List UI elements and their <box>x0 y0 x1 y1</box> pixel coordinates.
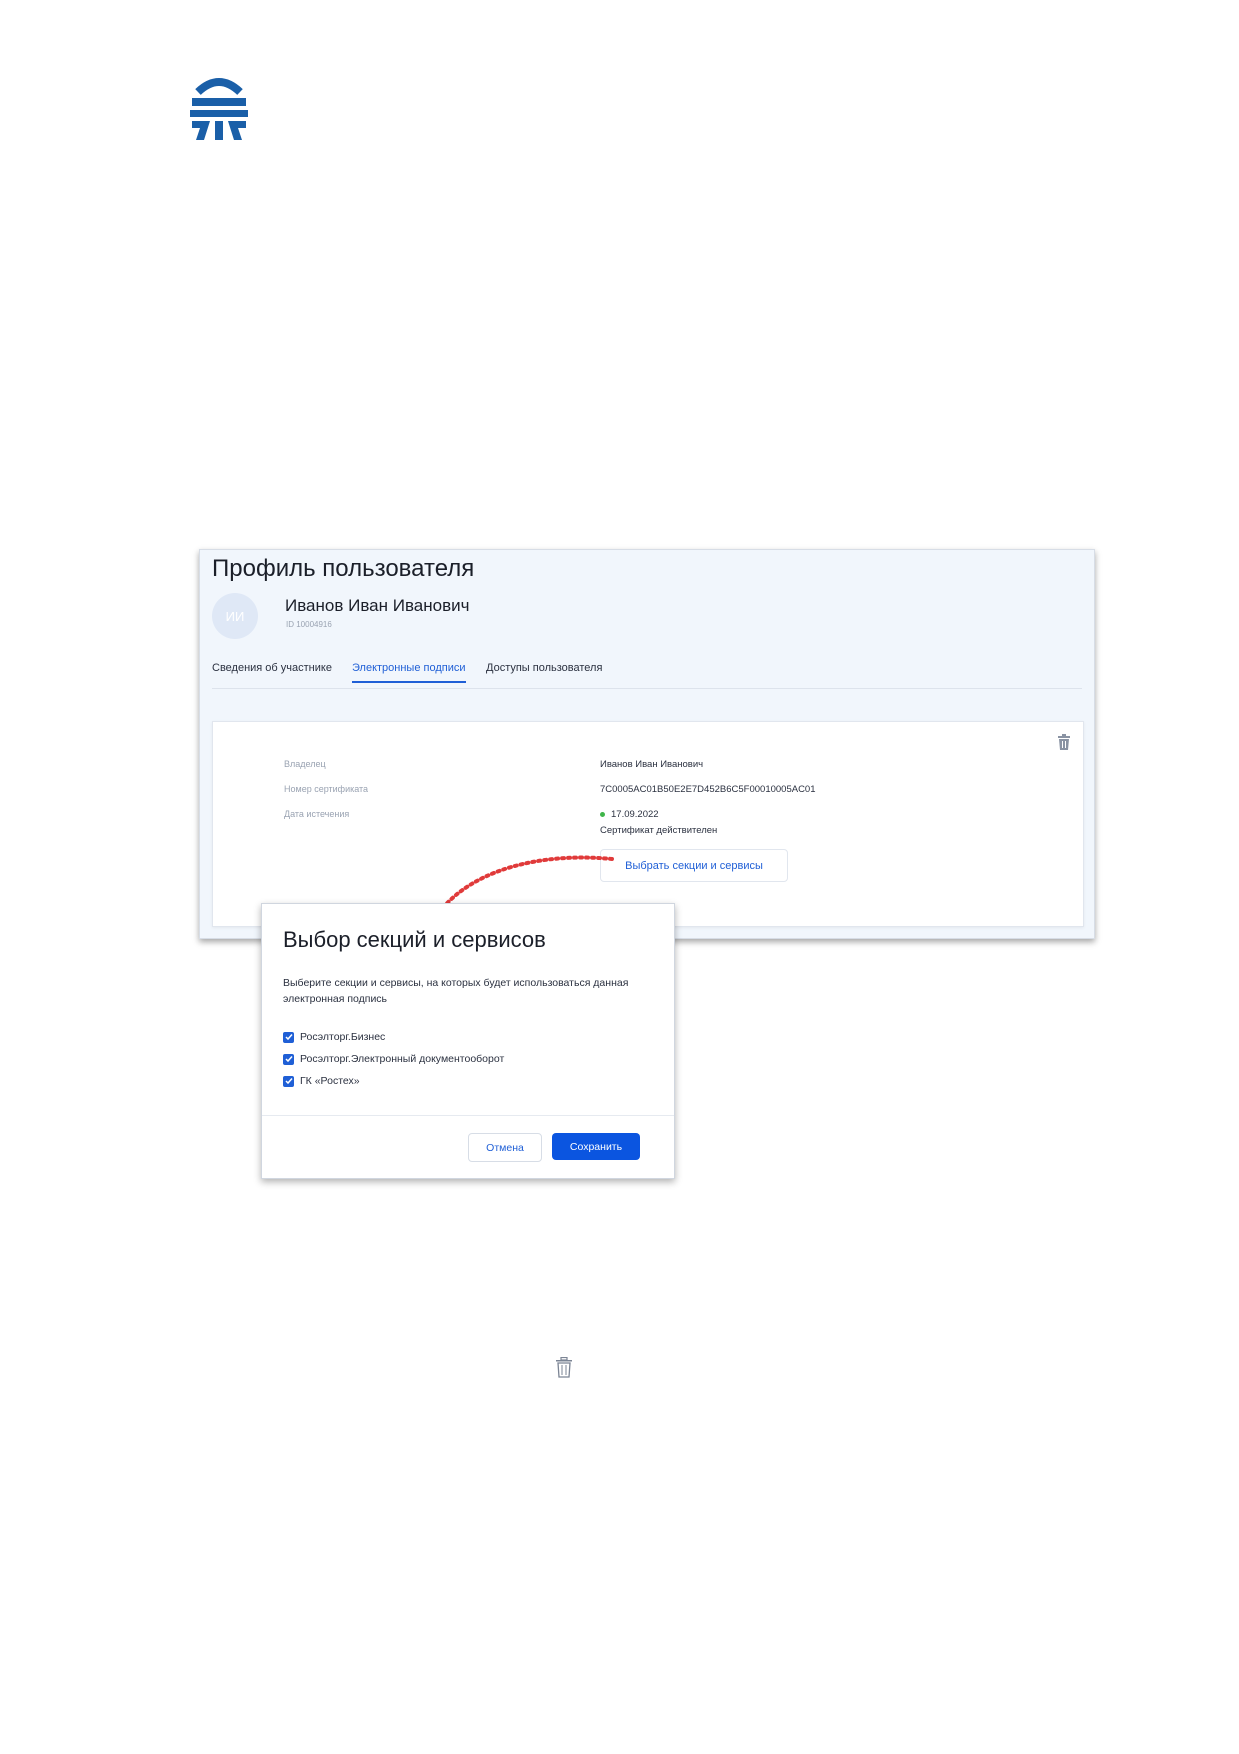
checkbox-checked-icon[interactable] <box>283 1053 294 1065</box>
select-sections-modal: Выбор секций и сервисов Выберите секции … <box>261 903 675 1179</box>
option-rosseltorg-edo[interactable]: Росэлторг.Электронный документооборот <box>283 1053 504 1065</box>
option-rosseltorg-business[interactable]: Росэлторг.Бизнес <box>283 1031 385 1043</box>
profile-tabs: Сведения об участнике Электронные подпис… <box>212 662 1082 689</box>
tab-participant-info[interactable]: Сведения об участнике <box>212 662 332 674</box>
checkbox-checked-icon[interactable] <box>283 1031 294 1043</box>
user-id: ID 10004916 <box>286 620 332 629</box>
modal-divider <box>262 1115 674 1116</box>
option-label: Росэлторг.Бизнес <box>300 1031 386 1043</box>
expiry-date-value: 17.09.2022 <box>611 809 659 820</box>
save-button[interactable]: Сохранить <box>552 1133 640 1160</box>
option-label: ГК «Ростех» <box>300 1075 360 1087</box>
tab-e-signatures[interactable]: Электронные подписи <box>352 662 466 683</box>
owner-label: Владелец <box>284 759 326 769</box>
trash-icon <box>556 1357 572 1378</box>
checkbox-checked-icon[interactable] <box>283 1075 294 1087</box>
company-logo-icon <box>190 78 248 140</box>
page-title: Профиль пользователя <box>212 555 475 582</box>
cancel-button[interactable]: Отмена <box>468 1133 542 1162</box>
certificate-status: Сертификат действителен <box>600 825 718 836</box>
owner-value: Иванов Иван Иванович <box>600 759 704 770</box>
modal-description: Выберите секции и сервисы, на которых бу… <box>283 977 629 1005</box>
option-label: Росэлторг.Электронный документооборот <box>300 1053 505 1065</box>
option-rostec[interactable]: ГК «Ростех» <box>283 1075 360 1087</box>
modal-title: Выбор секций и сервисов <box>283 927 546 952</box>
status-dot-icon <box>600 811 605 817</box>
signature-card: Владелец Иванов Иван Иванович Номер серт… <box>212 721 1084 927</box>
certificate-number-value: 7C0005AC01B50E2E7D452B6C5F00010005AC01 <box>600 784 816 795</box>
trash-icon[interactable] <box>1057 734 1071 750</box>
tab-user-access[interactable]: Доступы пользователя <box>486 662 602 674</box>
avatar: ИИ <box>212 593 258 639</box>
user-profile-panel: Профиль пользователя ИИ Иванов Иван Иван… <box>199 549 1095 939</box>
select-sections-button[interactable]: Выбрать секции и сервисы <box>600 849 788 882</box>
certificate-number-label: Номер сертификата <box>284 784 369 794</box>
expiry-date-row: 17.09.2022 <box>600 809 659 820</box>
user-name: Иванов Иван Иванович <box>285 596 470 615</box>
expiry-date-label: Дата истечения <box>284 809 350 819</box>
